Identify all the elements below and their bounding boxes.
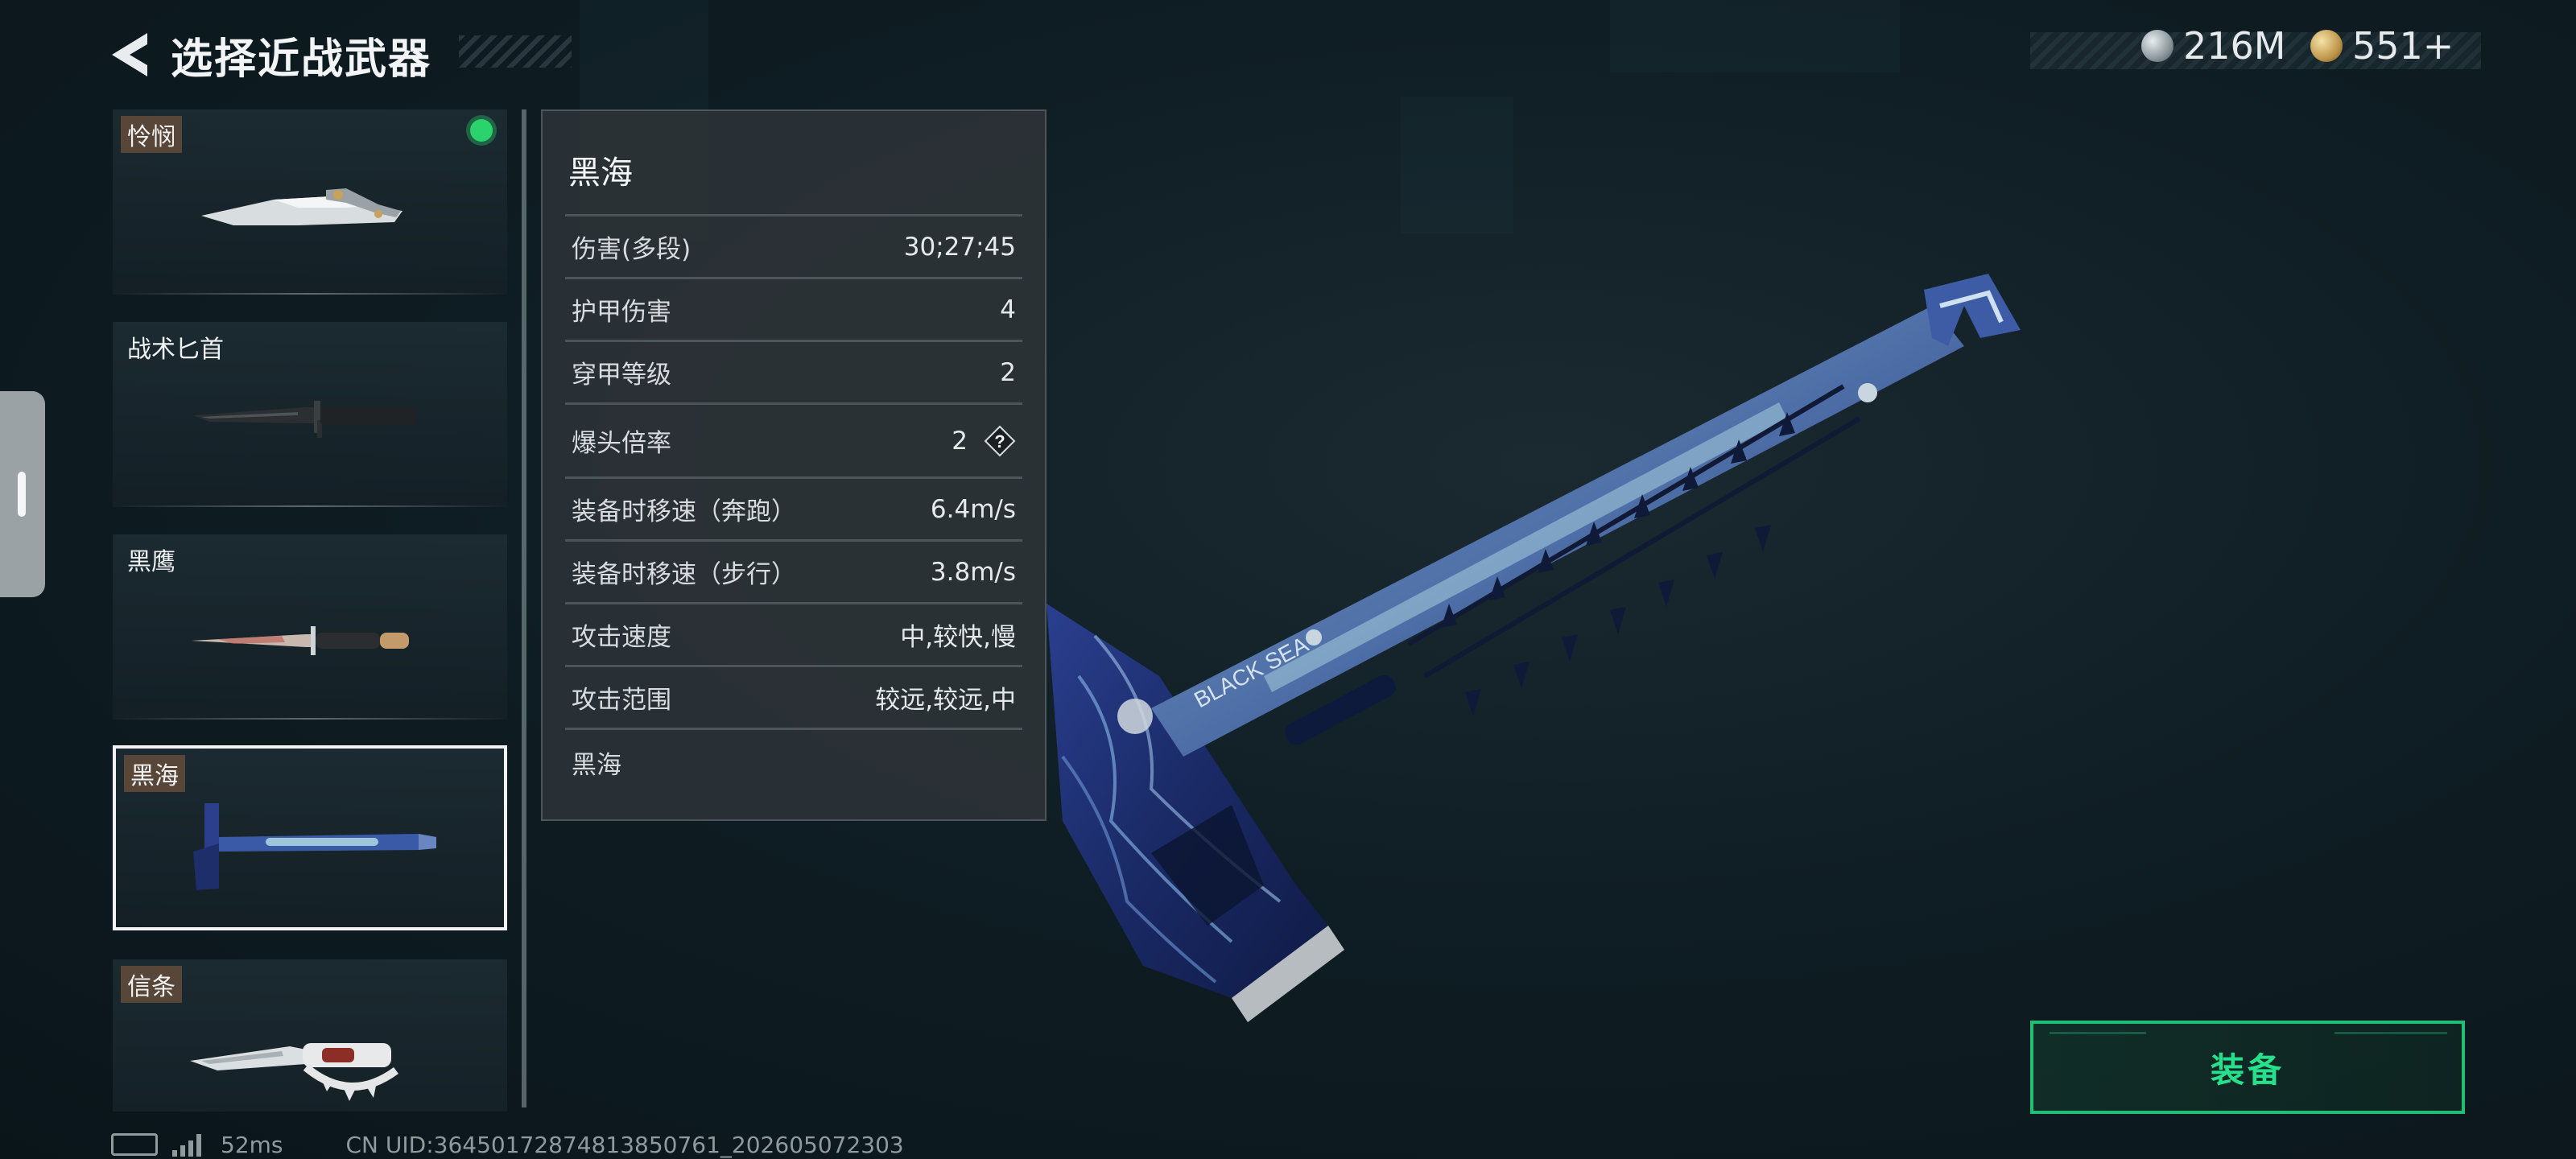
stat-value: 30;27;45 xyxy=(903,232,1016,262)
dagger-image xyxy=(193,401,417,438)
currency-amount: 216M xyxy=(2183,24,2286,68)
side-drawer-handle[interactable] xyxy=(0,391,45,597)
stat-row-penetration: 穿甲等级 2 xyxy=(565,340,1022,402)
background-shape xyxy=(1401,97,1513,233)
button-decoration xyxy=(2334,1032,2447,1034)
stats-weapon-name: 黑海 xyxy=(568,155,633,192)
stat-label: 伤害(多段) xyxy=(572,235,691,264)
stat-value: 2 xyxy=(952,426,968,456)
help-glyph: ? xyxy=(994,431,1005,452)
stat-value: 6.4m/s xyxy=(930,494,1016,524)
equip-button[interactable]: 装备 xyxy=(2030,1021,2465,1114)
page-header: 选择近战武器 xyxy=(105,23,431,87)
stats-footer: 黑海 xyxy=(565,728,1022,794)
weapon-showcase-image: BLACK SEA xyxy=(1046,274,2021,1022)
stat-label: 攻击范围 xyxy=(572,686,671,715)
uid-readout: CN UID:36450172874813850761_202605072303 xyxy=(345,1131,904,1158)
stat-label: 装备时移速（奔跑） xyxy=(572,497,796,526)
stat-row-headshot-multiplier: 爆头倍率 2 ? xyxy=(565,402,1022,476)
status-bar: 52ms CN UID:36450172874813850761_2026050… xyxy=(111,1130,904,1159)
list-scrollbar[interactable] xyxy=(522,109,526,1107)
ping-readout: 52ms xyxy=(221,1131,283,1158)
stat-value: 2 xyxy=(1000,357,1016,387)
stat-row-run-speed: 装备时移速（奔跑） 6.4m/s xyxy=(565,476,1022,539)
currency-amount: 551+ xyxy=(2352,24,2454,68)
stat-label: 装备时移速（步行） xyxy=(572,560,796,589)
knuckle-knife-image xyxy=(190,1043,398,1101)
weapon-name: 信条 xyxy=(121,966,182,1003)
currency-gold[interactable]: 551+ xyxy=(2310,24,2454,68)
game-screen: 选择近战武器 216M 551+ 怜悯 战术匕首 黑鹰 黑海 信条 BLACK … xyxy=(0,0,2576,1159)
stat-label: 攻击速度 xyxy=(572,623,671,652)
equip-button-label: 装备 xyxy=(2210,1050,2285,1090)
page-title: 选择近战武器 xyxy=(171,35,432,84)
weapon-card-tactical-dagger[interactable]: 战术匕首 xyxy=(113,322,507,507)
weapon-card-creed[interactable]: 信条 xyxy=(113,959,507,1112)
stat-row-armor-damage: 护甲伤害 4 xyxy=(565,277,1022,340)
stat-row-damage: 伤害(多段) 30;27;45 xyxy=(565,214,1022,277)
axe-image xyxy=(193,803,436,890)
knife-image xyxy=(201,188,402,225)
currency-silver: 216M xyxy=(2141,24,2286,68)
back-arrow-icon[interactable] xyxy=(105,27,153,83)
stat-label: 护甲伤害 xyxy=(572,298,671,327)
weapon-list[interactable]: 怜悯 战术匕首 黑鹰 黑海 信条 xyxy=(113,109,507,1112)
stat-value-group: 2 ? xyxy=(952,425,1016,457)
background-shape xyxy=(1610,0,1900,72)
weapon-stats-panel: 黑海 伤害(多段) 30;27;45 护甲伤害 4 穿甲等级 2 爆头倍率 2 xyxy=(541,109,1046,821)
weapon-name: 战术匕首 xyxy=(127,336,224,364)
silver-coin-icon xyxy=(2141,30,2174,62)
battery-icon xyxy=(111,1133,158,1156)
help-icon[interactable]: ? xyxy=(984,425,1016,457)
card-divider xyxy=(113,293,507,295)
weapon-card-black-eagle[interactable]: 黑鹰 xyxy=(113,534,507,720)
equipped-indicator-icon xyxy=(470,119,493,142)
stat-label: 爆头倍率 xyxy=(572,429,671,458)
stat-value: 中,较快,慢 xyxy=(900,623,1016,652)
stat-value: 3.8m/s xyxy=(930,557,1016,587)
drag-grip-icon xyxy=(18,472,26,517)
card-divider xyxy=(113,718,507,720)
card-divider xyxy=(113,505,507,507)
stat-label: 穿甲等级 xyxy=(572,361,671,390)
stat-value: 4 xyxy=(1000,295,1016,324)
button-decoration xyxy=(2050,1032,2146,1034)
title-decoration xyxy=(459,35,572,68)
stat-row-attack-speed: 攻击速度 中,较快,慢 xyxy=(565,602,1022,665)
weapon-name: 黑海 xyxy=(124,755,185,792)
weapon-card-mercy[interactable]: 怜悯 xyxy=(113,109,507,295)
stat-value: 较远,较远,中 xyxy=(875,686,1016,715)
knife-image xyxy=(192,626,409,655)
weapon-name: 黑鹰 xyxy=(127,548,175,576)
stat-row-walk-speed: 装备时移速（步行） 3.8m/s xyxy=(565,539,1022,602)
signal-icon xyxy=(172,1132,204,1157)
weapon-name: 怜悯 xyxy=(121,116,182,153)
gold-coin-icon xyxy=(2310,30,2343,62)
stat-row-attack-range: 攻击范围 较远,较远,中 xyxy=(565,665,1022,728)
stats-table: 伤害(多段) 30;27;45 护甲伤害 4 穿甲等级 2 爆头倍率 2 ? 装… xyxy=(565,214,1022,794)
weapon-card-black-sea[interactable]: 黑海 xyxy=(113,745,507,930)
